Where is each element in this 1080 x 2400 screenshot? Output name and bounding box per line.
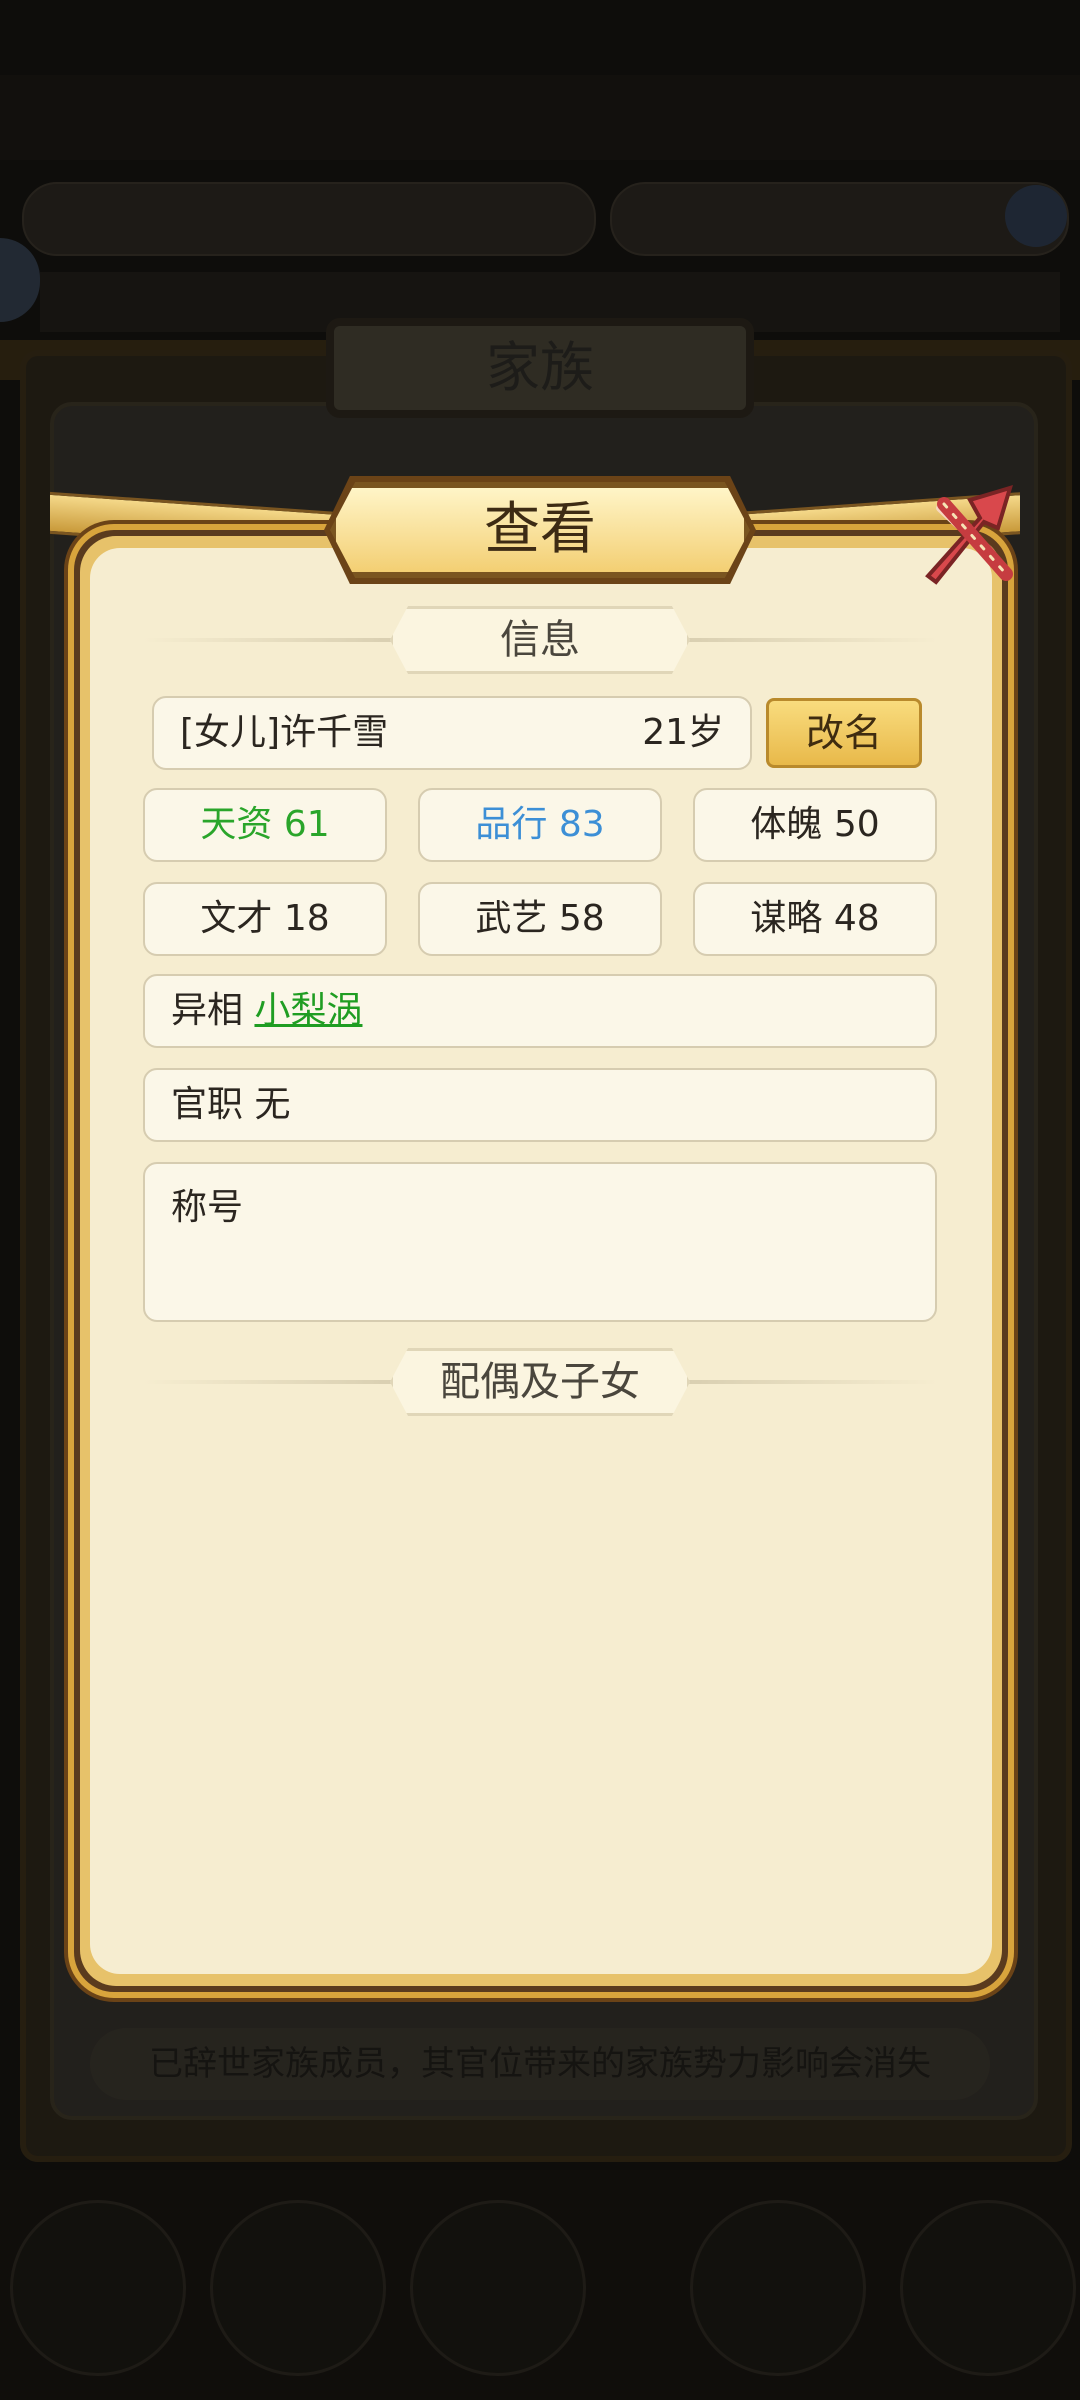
close-icon[interactable] xyxy=(910,478,1030,598)
dialog-title: 查看 xyxy=(484,497,596,562)
nav-button xyxy=(10,2200,186,2376)
section-divider-right xyxy=(688,1380,938,1384)
trait-field: 异相 小梨涡 xyxy=(143,974,937,1048)
stat-strategy: 谋略 48 xyxy=(693,882,937,956)
stat-value: 61 xyxy=(283,804,330,845)
stat-label: 体魄 xyxy=(750,804,823,845)
stat-martial: 武艺 58 xyxy=(418,882,662,956)
stat-value: 50 xyxy=(833,804,880,845)
member-name: [女儿]许千雪 xyxy=(180,712,389,753)
nav-button xyxy=(900,2200,1076,2376)
stat-talent: 天资 61 xyxy=(143,788,387,862)
section-divider-left xyxy=(143,638,393,642)
resource-bar-right xyxy=(610,182,1069,256)
office-value: 无 xyxy=(254,1084,291,1125)
stat-value: 58 xyxy=(558,898,605,939)
stat-conduct: 品行 83 xyxy=(418,788,662,862)
rename-button[interactable]: 改名 xyxy=(766,698,922,768)
stat-physique: 体魄 50 xyxy=(693,788,937,862)
nav-button xyxy=(690,2200,866,2376)
office-label: 官职 xyxy=(171,1084,244,1125)
stat-value: 18 xyxy=(283,898,330,939)
section-divider-left xyxy=(143,1380,393,1384)
honorific-field: 称号 xyxy=(143,1162,937,1322)
nav-button xyxy=(410,2200,586,2376)
stat-label: 文才 xyxy=(200,898,273,939)
help-icon xyxy=(1005,185,1067,247)
member-age: 21岁 xyxy=(642,712,724,753)
stat-label: 武艺 xyxy=(475,898,548,939)
resource-bar-left xyxy=(22,182,596,256)
children-list xyxy=(143,1440,937,1940)
stat-literary: 文才 18 xyxy=(143,882,387,956)
chat-icon xyxy=(0,238,40,322)
stat-value: 48 xyxy=(833,898,880,939)
stat-value: 83 xyxy=(558,804,605,845)
children-section-title: 配偶及子女 xyxy=(440,1359,640,1405)
stat-label: 谋略 xyxy=(750,898,823,939)
trait-link[interactable]: 小梨涡 xyxy=(254,990,362,1031)
section-divider-right xyxy=(688,638,938,642)
family-title: 家族 xyxy=(486,336,594,399)
top-bar xyxy=(0,75,1080,160)
honorific-label: 称号 xyxy=(171,1187,244,1228)
office-field: 官职 无 xyxy=(143,1068,937,1142)
member-name-field: [女儿]许千雪 21岁 xyxy=(152,696,752,770)
stat-label: 天资 xyxy=(200,804,273,845)
nav-button xyxy=(210,2200,386,2376)
family-notice: 已辞世家族成员，其官位带来的家族势力影响会消失 xyxy=(90,2028,990,2100)
info-section-title: 信息 xyxy=(500,617,580,663)
trait-label: 异相 xyxy=(171,990,244,1031)
stat-label: 品行 xyxy=(475,804,548,845)
